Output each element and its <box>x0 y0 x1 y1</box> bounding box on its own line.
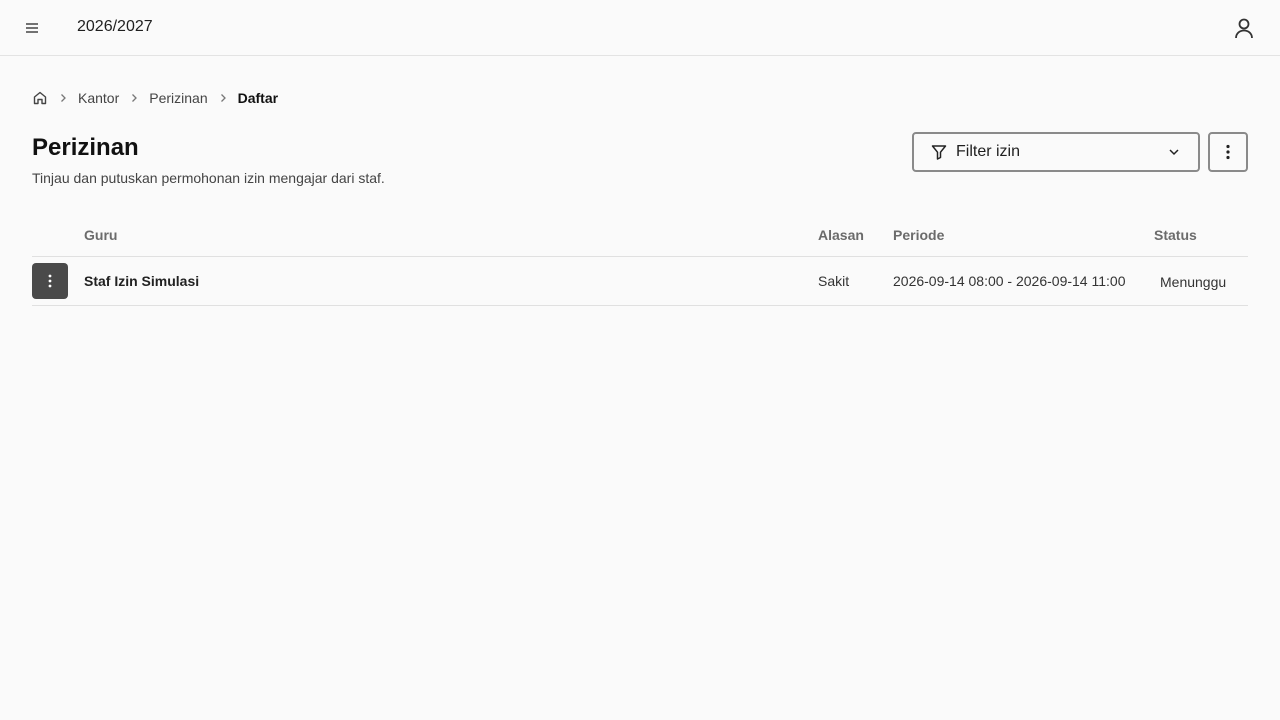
row-actions-button[interactable] <box>32 263 68 299</box>
more-options-button[interactable] <box>1208 132 1248 172</box>
chevron-right-icon <box>126 90 142 106</box>
cell-guru: Staf Izin Simulasi <box>84 273 200 289</box>
user-icon <box>1233 17 1255 39</box>
breadcrumb-item-kantor[interactable]: Kantor <box>78 90 119 106</box>
column-header-status[interactable]: Status <box>1154 227 1197 243</box>
account-button[interactable] <box>1228 12 1260 44</box>
breadcrumb-item-daftar: Daftar <box>237 90 279 106</box>
breadcrumb: Kantor Perizinan Daftar <box>32 89 278 107</box>
filter-select[interactable]: Filter izin <box>912 132 1200 172</box>
chevron-right-icon <box>215 90 231 106</box>
cell-alasan: Sakit <box>818 273 850 289</box>
column-header-periode[interactable]: Periode <box>893 227 944 243</box>
chevron-right-icon <box>55 90 71 106</box>
home-icon[interactable] <box>32 90 48 106</box>
table-row-divider <box>32 305 1248 306</box>
top-app-bar: 2026/2027 <box>0 0 1280 56</box>
more-vertical-icon <box>1226 144 1230 160</box>
menu-button[interactable] <box>16 12 48 44</box>
status-badge: Menunggu <box>1160 274 1227 290</box>
page-subtitle: Tinjau dan putuskan permohonan izin meng… <box>32 170 385 186</box>
filter-label: Filter izin <box>956 143 1021 160</box>
table-header-divider <box>32 256 1248 257</box>
filter-icon <box>930 143 948 161</box>
breadcrumb-item-perizinan[interactable]: Perizinan <box>149 90 207 106</box>
more-vertical-icon <box>48 274 52 288</box>
page-title: Perizinan <box>32 134 139 161</box>
academic-year[interactable]: 2026/2027 <box>77 18 153 36</box>
column-header-alasan[interactable]: Alasan <box>818 227 864 243</box>
cell-periode: 2026-09-14 08:00 - 2026-09-14 11:00 <box>893 273 1126 289</box>
column-header-guru[interactable]: Guru <box>84 227 117 243</box>
hamburger-menu-icon <box>25 22 39 34</box>
chevron-down-icon <box>1166 144 1182 160</box>
